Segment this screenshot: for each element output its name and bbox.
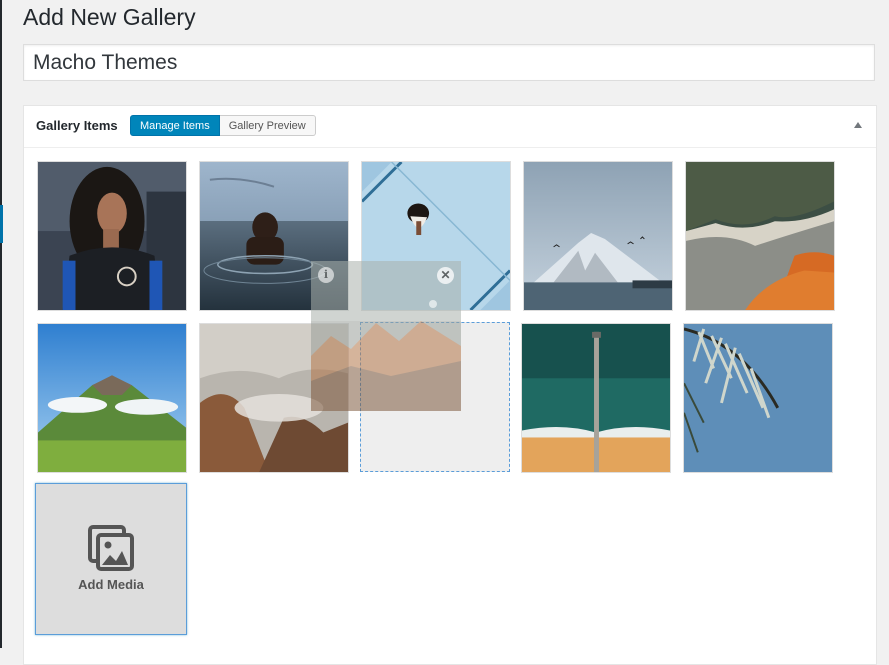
add-media-button[interactable]: Add Media [35,483,187,635]
gallery-items-header: Gallery Items Manage Items Gallery Previ… [24,106,876,148]
gallery-items-title: Gallery Items [36,118,118,133]
tab-manage-items[interactable]: Manage Items [130,115,220,136]
gallery-title-input[interactable] [23,44,875,81]
info-icon[interactable]: i [318,267,334,283]
drag-handle-dot [429,300,437,308]
close-icon[interactable]: ✕ [437,267,454,284]
gallery-tabs: Manage Items Gallery Preview [130,115,316,136]
gallery-item-green-volcano[interactable] [37,323,187,473]
gallery-item-snowy-mountain[interactable] [523,161,673,311]
dragging-item-mountain-range[interactable] [311,261,461,411]
admin-menu-edge [0,0,2,648]
tab-gallery-preview[interactable]: Gallery Preview [219,115,316,136]
page-title: Add New Gallery [23,4,196,30]
admin-menu-active-marker [0,205,3,243]
media-gallery-icon [88,525,134,571]
arrow-up-icon[interactable] [854,122,862,128]
gallery-item-ocean-pier[interactable] [521,323,671,473]
add-media-label: Add Media [78,577,144,592]
gallery-item-palm-leaf[interactable] [683,323,833,473]
gallery-item-woman-portrait[interactable] [37,161,187,311]
gallery-item-coast-aerial[interactable] [685,161,835,311]
